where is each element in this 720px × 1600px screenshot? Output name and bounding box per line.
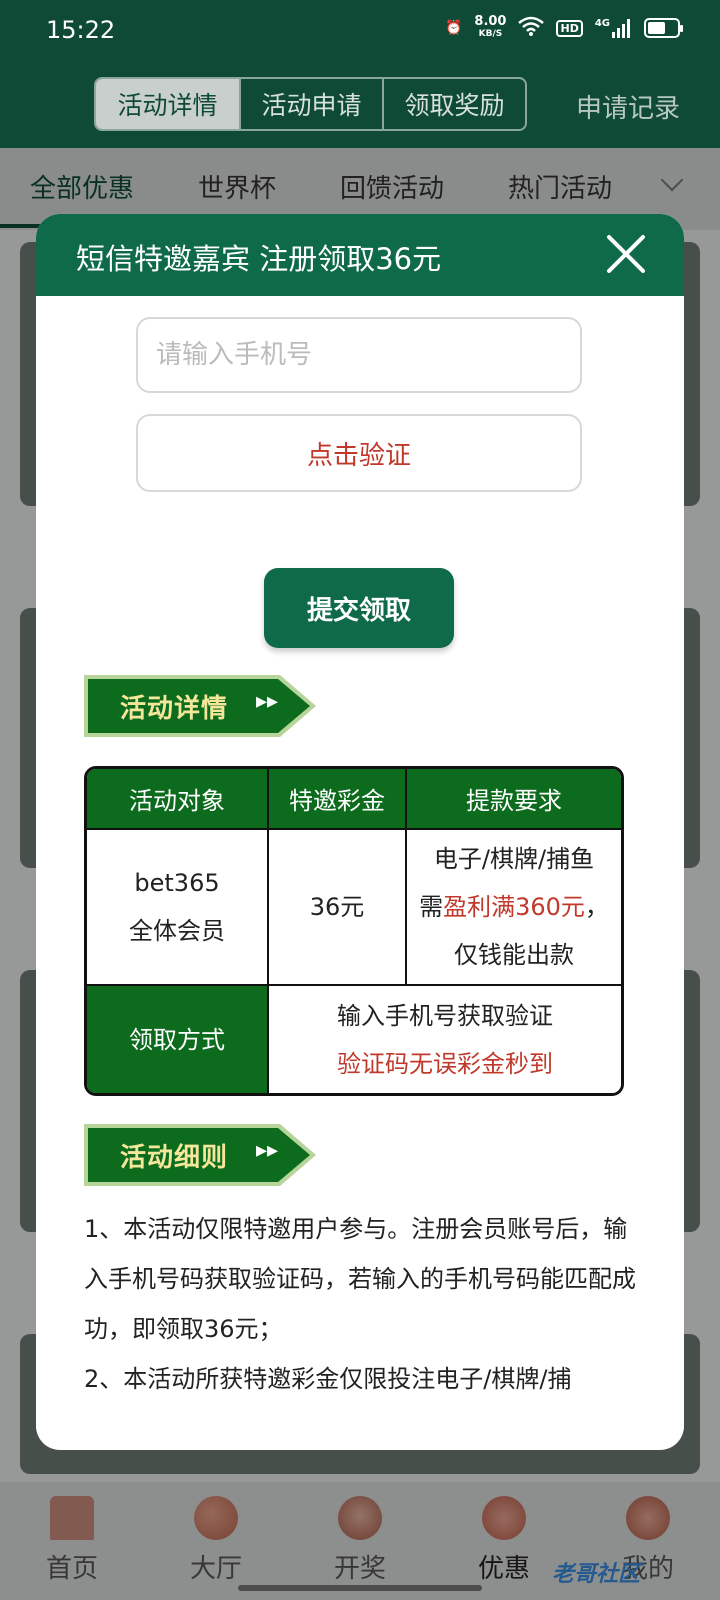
requirement-suffix: ， — [584, 893, 609, 921]
bonus-cell: 36元 — [267, 828, 407, 986]
target-line: 全体会员 — [129, 917, 225, 945]
battery-icon — [644, 18, 683, 38]
table-header: 提款要求 — [405, 769, 621, 830]
network-type: 4G — [594, 18, 610, 29]
method-line: 输入手机号获取验证 — [337, 1001, 553, 1030]
requirement-line: 需盈利满360元， — [407, 883, 621, 931]
profit-requirement: 盈利满360元 — [443, 893, 585, 921]
promo-modal: 短信特邀嘉宾 注册领取36元 点击验证 提交领取 活动详情 ▸▸ 活动对象 特邀… — [36, 214, 684, 1450]
wifi-icon — [518, 16, 545, 40]
activity-info-table: 活动对象 特邀彩金 提款要求 bet365 全体会员 36元 电子/棋牌/捕鱼 … — [84, 766, 624, 1096]
status-icons: ⏰ 8.00 KB/S HD 4G — [444, 14, 683, 40]
submit-claim-button[interactable]: 提交领取 — [264, 568, 454, 648]
apply-record-link[interactable]: 申请记录 — [576, 88, 680, 125]
hd-badge: HD — [556, 19, 583, 37]
details-heading-banner: 活动详情 ▸▸ — [84, 675, 316, 737]
method-line: 验证码无误彩金秒到 — [337, 1049, 553, 1078]
requirement-line: 电子/棋牌/捕鱼 — [433, 845, 595, 873]
segment-claim-reward[interactable]: 领取奖励 — [382, 79, 525, 129]
status-time: 15:22 — [46, 16, 116, 44]
segment-activity-apply[interactable]: 活动申请 — [239, 79, 382, 129]
status-bar: 15:22 ⏰ 8.00 KB/S HD 4G — [0, 0, 720, 64]
rules-heading: 活动细则 — [120, 1143, 229, 1173]
rule-item: 2、本活动所获特邀彩金仅限投注电子/棋牌/捕 — [84, 1365, 572, 1393]
table-header: 活动对象 — [87, 769, 269, 830]
withdraw-requirement-cell: 电子/棋牌/捕鱼 需盈利满360元， 仅钱能出款 — [405, 828, 621, 986]
rules-text: 1、本活动仅限特邀用户参与。注册会员账号后，输入手机号码获取验证码，若输入的手机… — [84, 1204, 636, 1404]
table-header: 特邀彩金 — [267, 769, 407, 830]
net-speed-unit: KB/S — [478, 29, 503, 39]
segment-activity-details[interactable]: 活动详情 — [96, 79, 239, 129]
phone-input[interactable] — [136, 317, 582, 393]
verify-button[interactable]: 点击验证 — [136, 414, 582, 492]
signal-icon: 4G — [595, 18, 632, 38]
requirement-prefix: 需 — [419, 893, 444, 921]
double-chevron-icon: ▸▸ — [256, 689, 279, 714]
net-speed: 8.00 KB/S — [474, 14, 507, 40]
rule-item: 1、本活动仅限特邀用户参与。注册会员账号后，输入手机号码获取验证码，若输入的手机… — [84, 1215, 636, 1343]
modal-title: 短信特邀嘉宾 注册领取36元 — [76, 242, 442, 276]
alarm-icon: ⏰ — [444, 20, 463, 36]
double-chevron-icon: ▸▸ — [256, 1138, 279, 1163]
target-cell: bet365 全体会员 — [87, 828, 269, 986]
close-icon[interactable] — [604, 232, 648, 276]
claim-method-label: 领取方式 — [87, 984, 269, 1093]
battery-level — [648, 22, 665, 34]
app-header: 15:22 ⏰ 8.00 KB/S HD 4G 活动详情 活动申请 领取奖励 申… — [0, 0, 720, 148]
target-line: bet365 — [134, 869, 220, 897]
requirement-line: 仅钱能出款 — [454, 941, 574, 969]
claim-method-cell: 输入手机号获取验证 验证码无误彩金秒到 — [267, 984, 621, 1093]
header-segment-control: 活动详情 活动申请 领取奖励 — [94, 77, 527, 131]
details-heading: 活动详情 — [120, 694, 229, 724]
net-speed-value: 8.00 — [474, 14, 507, 29]
modal-header: 短信特邀嘉宾 注册领取36元 — [36, 214, 684, 296]
rules-heading-banner: 活动细则 ▸▸ — [84, 1124, 316, 1186]
